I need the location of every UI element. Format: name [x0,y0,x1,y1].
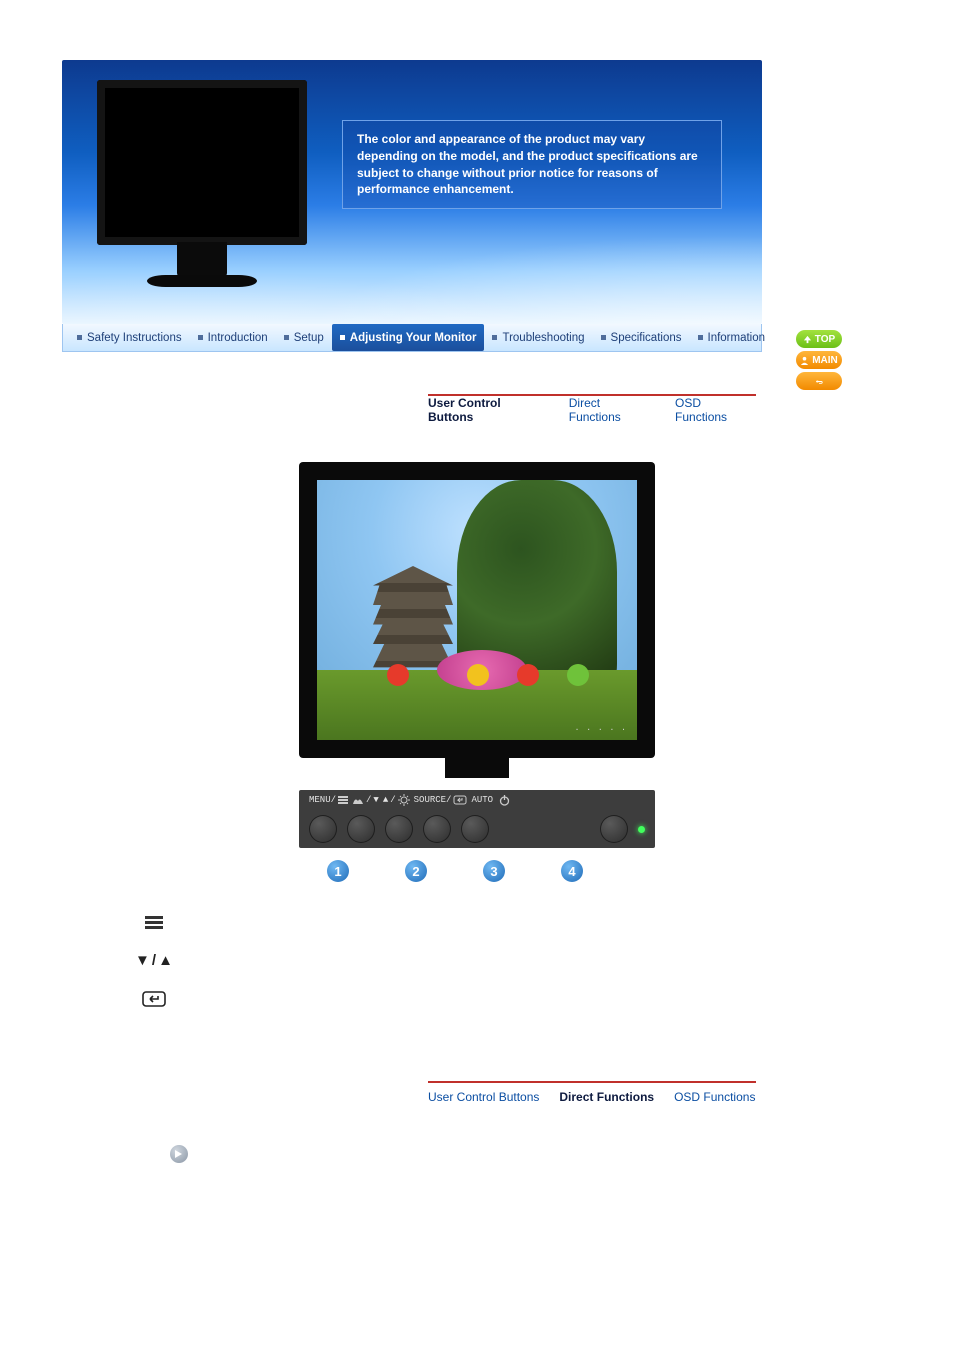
nav-item-troubleshooting[interactable]: Troubleshooting [484,324,592,351]
bullet-icon [698,335,703,340]
magicbright-icon [352,795,364,805]
top-button-label: TOP [815,334,835,345]
bar-menu-icon [126,916,182,930]
product-display: · · · · · MENU/ / ▼ ▲ / SOURCE/ AUTO [299,462,655,882]
menu-button[interactable] [309,815,337,843]
hero-monitor-illustration [97,80,307,287]
notice-text: The color and appearance of the product … [357,132,698,196]
tab-user-control-buttons[interactable]: User Control Buttons [428,1090,539,1104]
down-up-triangles-icon: ▼/▲ [126,952,182,969]
nav-item-setup[interactable]: Setup [276,324,332,351]
section-tabs-user-controls: User Control Buttons Direct Functions OSD … [428,394,756,424]
button-strip-labels: MENU/ / ▼ ▲ / SOURCE/ AUTO [299,790,655,810]
side-quicklinks: TOP MAIN [796,330,842,390]
hero-banner: The color and appearance of the product … [62,60,762,324]
main-button[interactable]: MAIN [796,351,842,369]
back-loop-icon [815,377,824,386]
notice-box: The color and appearance of the product … [342,120,722,209]
top-button[interactable]: TOP [796,330,842,348]
play-dot-icon [170,1145,188,1163]
enter-icon [453,795,467,805]
legend-icons: ▼/▲ [126,916,954,1007]
bullet-icon [77,335,82,340]
tab-osd-functions[interactable]: OSD Functions [674,1090,755,1104]
bullet-icon [492,335,497,340]
label-menu: MENU/ [309,795,336,805]
tab-direct-functions[interactable]: Direct Functions [559,1090,654,1104]
nav-item-label: Specifications [611,332,682,344]
monitor-button-strip: MENU/ / ▼ ▲ / SOURCE/ AUTO [299,790,655,848]
monitor-screen-illustration: · · · · · [317,480,637,740]
arrow-up-icon [803,335,812,344]
bullet-icon [601,335,606,340]
label-sep-2: / [390,795,395,805]
bullet-icon [284,335,289,340]
power-button[interactable] [600,815,628,843]
main-button-label: MAIN [812,355,838,366]
down-magicbright-button[interactable] [347,815,375,843]
nav-item-safety-instructions[interactable]: Safety Instructions [69,324,190,351]
nav-item-label: Setup [294,332,324,344]
marker-4: 4 [561,860,583,882]
triangle-down-icon: ▼ [373,795,378,805]
section-tabs-direct-functions: User Control Buttons Direct Functions OSD … [428,1081,756,1111]
source-enter-button[interactable] [423,815,451,843]
marker-3: 3 [483,860,505,882]
tab-osd-functions[interactable]: OSD Functions [675,396,756,424]
label-sep-1: / [366,795,371,805]
screen-mode-readout: · · · · · [575,725,627,734]
primary-nav: Safety Instructions Introduction Setup Adju… [62,324,762,352]
power-icon [499,795,510,806]
up-brightness-button[interactable] [385,815,413,843]
bar-menu-icon [338,796,348,804]
power-led-icon [638,826,645,833]
nav-item-adjusting-your-monitor[interactable]: Adjusting Your Monitor [332,324,485,351]
nav-item-label: Troubleshooting [502,332,584,344]
auto-button[interactable] [461,815,489,843]
numbered-markers: 1 2 3 4 [327,860,655,882]
nav-item-label: Information [708,332,766,344]
bullet-icon [340,335,345,340]
back-button[interactable] [796,372,842,390]
tab-direct-functions[interactable]: Direct Functions [569,396,655,424]
nav-item-information[interactable]: Information [690,324,774,351]
nav-item-specifications[interactable]: Specifications [593,324,690,351]
marker-1: 1 [327,860,349,882]
person-icon [800,356,809,365]
nav-item-label: Safety Instructions [87,332,182,344]
tab-user-control-buttons[interactable]: User Control Buttons [428,396,549,424]
nav-item-label: Adjusting Your Monitor [350,332,477,344]
enter-icon [126,991,182,1007]
bullet-icon [198,335,203,340]
marker-2: 2 [405,860,427,882]
nav-item-introduction[interactable]: Introduction [190,324,276,351]
triangle-up-icon: ▲ [383,795,388,805]
label-source: SOURCE/ [414,795,452,805]
label-auto: AUTO [471,795,493,805]
sun-icon [398,794,410,806]
nav-item-label: Introduction [208,332,268,344]
